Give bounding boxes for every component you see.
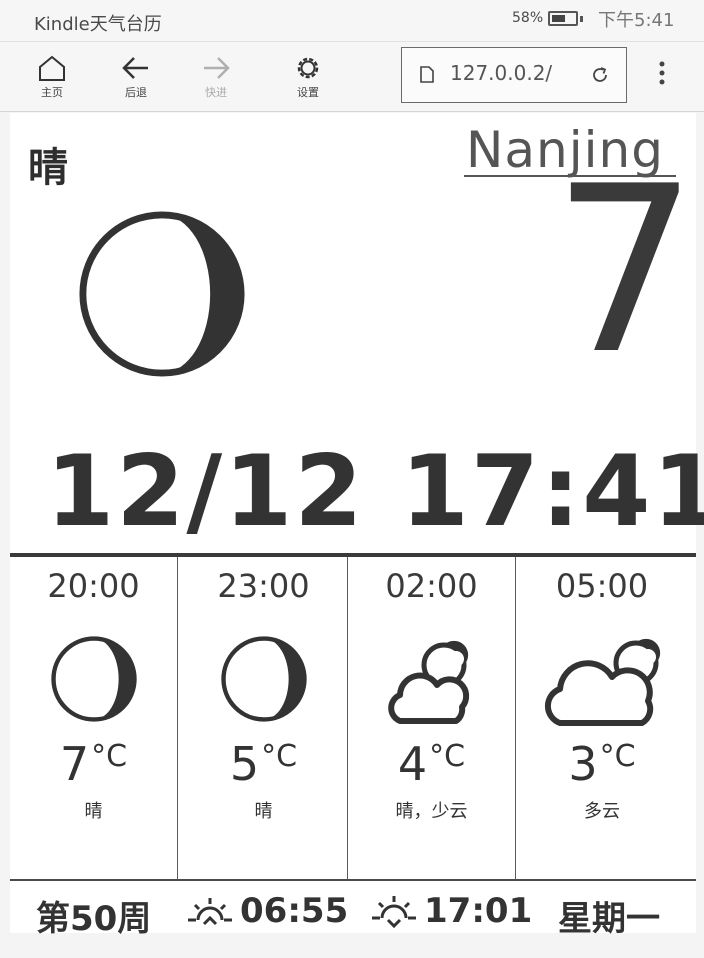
weekday: 星期一 (558, 899, 660, 939)
battery-icon (548, 11, 578, 26)
gear-icon (297, 57, 319, 79)
cloud-moon-icon (518, 635, 686, 735)
moon-icon (10, 635, 177, 735)
sunset-time: 17:01 (370, 891, 532, 931)
forecast-temp-value: 3 (568, 737, 598, 791)
status-clock: 下午5:41 (598, 10, 675, 31)
home-label: 主页 (41, 86, 63, 99)
info-footer: 第50周 06:55 17:01 星期一 (10, 879, 696, 939)
forecast-temperature: 7°C (10, 737, 177, 791)
forecast-time: 23:00 (217, 567, 310, 605)
forecast-time: 20:00 (47, 567, 140, 605)
forecast-column: 20:00 7°C 晴 (10, 557, 178, 879)
forecast-description: 晴，少云 (395, 801, 468, 822)
hourly-forecast: 20:00 7°C 晴 23:00 5°C 晴 02:00 4°C 晴，少云 0… (10, 557, 696, 879)
forecast-column: 02:00 4°C 晴，少云 (348, 557, 516, 879)
forecast-column: 23:00 5°C 晴 (180, 557, 348, 879)
settings-label: 设置 (297, 86, 319, 99)
status-bar: Kindle天气台历 58% 下午5:41 (0, 0, 704, 42)
forecast-time: 02:00 (385, 567, 478, 605)
settings-button[interactable]: 设置 (278, 50, 338, 106)
forecast-description: 晴 (254, 801, 273, 822)
forward-button[interactable]: 快进 (186, 50, 246, 106)
forward-label: 快进 (205, 86, 227, 99)
more-menu-icon[interactable] (658, 60, 666, 86)
app-title: Kindle天气台历 (34, 14, 162, 35)
sunrise-time: 06:55 (186, 891, 348, 931)
forecast-temp-unit: °C (429, 739, 466, 774)
cloud-moon-icon (348, 635, 515, 735)
battery-fill (552, 15, 565, 22)
back-label: 后退 (125, 86, 147, 99)
moon-icon (79, 211, 245, 377)
forecast-temp-value: 4 (397, 737, 428, 791)
sunrise-icon (188, 898, 232, 926)
arrow-right-icon (204, 57, 230, 79)
url-text: 127.0.0.2/ (450, 61, 553, 85)
forecast-column: 05:00 3°C 多云 (518, 557, 686, 879)
current-condition: 晴 (28, 145, 68, 191)
week-number: 第50周 (36, 899, 152, 939)
forecast-time: 05:00 (555, 567, 649, 605)
forecast-description: 晴 (84, 801, 103, 822)
forecast-temp-unit: °C (261, 739, 298, 774)
reload-icon[interactable] (590, 65, 610, 85)
address-bar[interactable]: 127.0.0.2/ (401, 47, 627, 103)
current-datetime: 12/12 17:41 (46, 435, 704, 549)
arrow-left-icon (122, 57, 148, 79)
browser-toolbar: 主页 后退 快进 设置 127.0.0.2/ (0, 42, 704, 112)
forecast-temp-value: 5 (229, 737, 260, 791)
back-button[interactable]: 后退 (106, 50, 166, 106)
forecast-description: 多云 (584, 801, 620, 822)
sunset-icon (372, 896, 416, 928)
forecast-temperature: 5°C (180, 737, 347, 791)
battery-percent: 58% (512, 10, 544, 26)
weather-page: 晴 Nanjing 7 12/12 17:41 20:00 7°C 晴 23:0… (10, 113, 704, 939)
sunrise-value: 06:55 (240, 891, 349, 931)
forecast-temperature: 4°C (348, 737, 515, 791)
current-temperature: 7 (552, 138, 699, 405)
forecast-temp-value: 7 (59, 737, 90, 791)
forecast-temperature: 3°C (518, 737, 686, 791)
home-icon (39, 55, 65, 81)
sunset-value: 17:01 (424, 891, 533, 931)
forecast-temp-unit: °C (599, 739, 636, 774)
home-button[interactable]: 主页 (22, 50, 82, 106)
battery-tip (580, 16, 583, 22)
page-icon (420, 66, 434, 83)
moon-icon (180, 635, 347, 735)
forecast-temp-unit: °C (91, 739, 128, 774)
